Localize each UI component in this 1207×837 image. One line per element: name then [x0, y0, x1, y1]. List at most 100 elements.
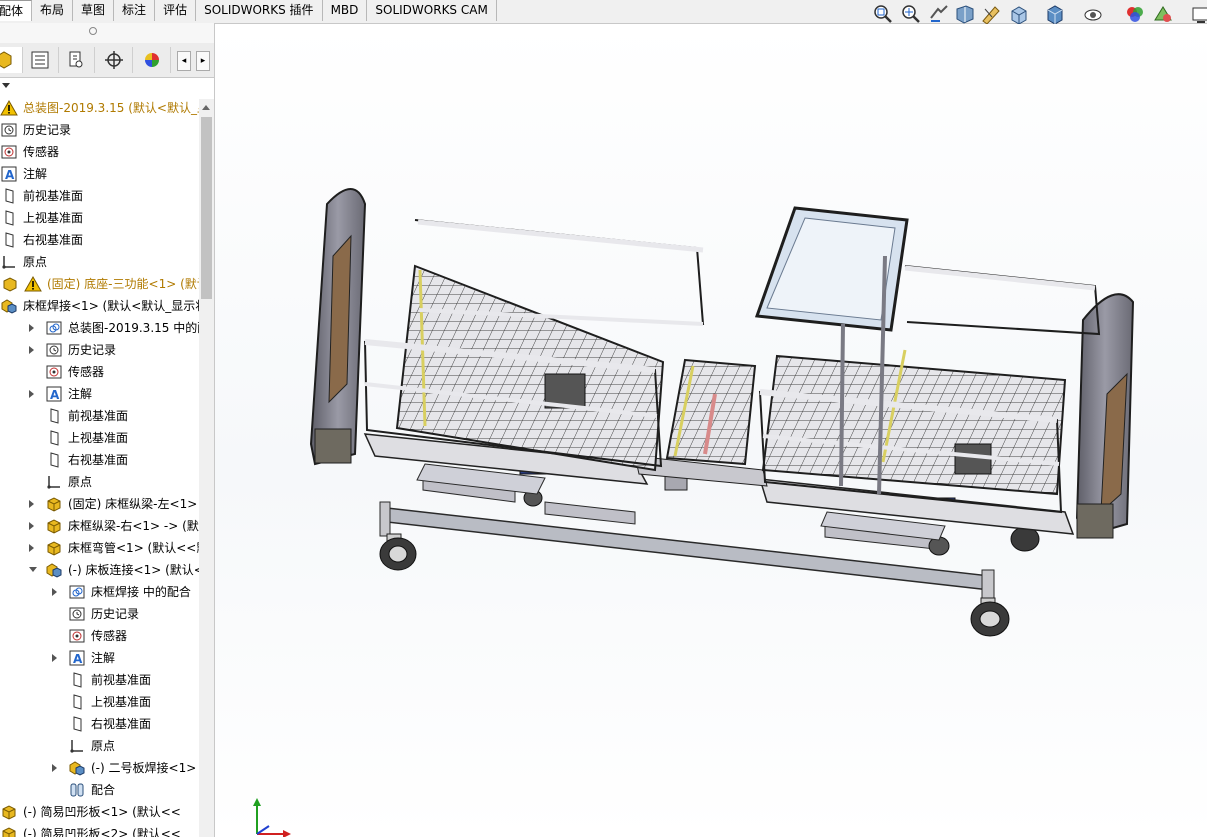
seat-section-platform[interactable]: [665, 358, 757, 466]
tree-item[interactable]: 前视基准面: [0, 405, 199, 427]
tree-item-label: 历史记录: [68, 343, 117, 357]
collapsed-chevron-icon[interactable]: [52, 654, 57, 662]
tree-item[interactable]: (-) 床板连接<1> (默认<默认: [0, 559, 199, 581]
warning-icon: [24, 275, 42, 293]
tree-item-label: 右视基准面: [23, 233, 84, 247]
pane-collapse-handle[interactable]: [0, 23, 214, 43]
tab-markup[interactable]: 标注: [114, 0, 156, 21]
tree-item[interactable]: (-) 简易凹形板<2> (默认<<: [0, 823, 199, 837]
subassembly-icon: [45, 561, 63, 579]
history-icon: [45, 341, 63, 359]
tree-item[interactable]: 床框弯管<1> (默认<<默认>: [0, 537, 199, 559]
tree-item[interactable]: 历史记录: [0, 603, 199, 625]
caster-front-left[interactable]: [379, 533, 417, 571]
collapsed-chevron-icon[interactable]: [29, 522, 34, 530]
tree-item[interactable]: (-) 简易凹形板<1> (默认<<: [0, 801, 199, 823]
tree-item[interactable]: 床框焊接 中的配合: [0, 581, 199, 603]
tree-item[interactable]: 右视基准面: [0, 713, 199, 735]
tree-item[interactable]: 床框焊接<1> (默认<默认_显示状: [0, 295, 199, 317]
svg-text:A: A: [50, 388, 60, 402]
scroll-up-icon[interactable]: [202, 105, 210, 110]
tree-item[interactable]: 原点: [0, 251, 199, 273]
collapsed-chevron-icon[interactable]: [52, 764, 57, 772]
plane-icon: [68, 715, 86, 733]
tree-item-label: 传感器: [91, 629, 128, 643]
tree-item[interactable]: 传感器: [0, 141, 199, 163]
tree-item-label: 总装图-2019.3.15 中的配合: [68, 321, 199, 335]
footboard[interactable]: [1075, 293, 1135, 539]
scrollbar-thumb[interactable]: [201, 117, 212, 299]
graphics-area[interactable]: [215, 24, 1207, 837]
tree-item[interactable]: 总装图-2019.3.15 中的配合: [0, 317, 199, 339]
caster-front-right[interactable]: [970, 597, 1010, 637]
leg-section-platform[interactable]: [761, 349, 1067, 496]
tree-item[interactable]: (-) 二号板焊接<1> (默认: [0, 757, 199, 779]
tree-item[interactable]: 原点: [0, 735, 199, 757]
part-icon: [0, 803, 18, 821]
tree-item[interactable]: 原点: [0, 471, 199, 493]
tree-item-label: (-) 二号板焊接<1> (默认: [91, 761, 199, 775]
tab-scroll-right-button[interactable]: ▸: [196, 51, 210, 71]
tree-item-label: 床框焊接<1> (默认<默认_显示状: [23, 299, 199, 313]
tree-item[interactable]: 右视基准面: [0, 229, 199, 251]
plane-icon: [0, 187, 18, 205]
tree-item[interactable]: 历史记录: [0, 339, 199, 361]
hospital-bed-model[interactable]: [215, 24, 1207, 837]
property-manager-icon[interactable]: [22, 47, 59, 73]
collapsed-chevron-icon[interactable]: [29, 500, 34, 508]
dimxpert-manager-icon[interactable]: [96, 47, 133, 73]
manager-tabs: ◂ ▸: [0, 43, 214, 78]
expanded-chevron-icon[interactable]: [29, 567, 37, 572]
side-rail-foot-back[interactable]: [904, 265, 1101, 336]
tree-filter-row[interactable]: [0, 78, 214, 96]
feature-manager-icon[interactable]: [0, 47, 23, 73]
tab-assembly[interactable]: 配体: [0, 0, 33, 21]
tree-item[interactable]: 传感器: [0, 625, 199, 647]
collapsed-chevron-icon[interactable]: [29, 544, 34, 552]
tree-item[interactable]: 上视基准面: [0, 207, 199, 229]
warning-icon: [0, 99, 18, 117]
collapsed-chevron-icon[interactable]: [29, 346, 34, 354]
tree-item[interactable]: 传感器: [0, 361, 199, 383]
tree-item[interactable]: 前视基准面: [0, 185, 199, 207]
display-manager-icon[interactable]: [134, 47, 171, 73]
tree-item-label: 原点: [68, 475, 93, 489]
sensor-icon: [68, 627, 86, 645]
tree-item[interactable]: 上视基准面: [0, 427, 199, 449]
tree-item[interactable]: 配合: [0, 779, 199, 801]
tab-sketch[interactable]: 草图: [73, 0, 115, 21]
tree-item[interactable]: 床框纵梁-右<1> -> (默认<: [0, 515, 199, 537]
tree-item[interactable]: 历史记录: [0, 119, 199, 141]
tree-item[interactable]: 上视基准面: [0, 691, 199, 713]
headboard[interactable]: [309, 188, 367, 466]
tree-scrollbar[interactable]: [199, 99, 214, 837]
tab-layout[interactable]: 布局: [32, 0, 74, 21]
tree-item[interactable]: A 注解: [0, 647, 199, 669]
tree-item[interactable]: 总装图-2019.3.15 (默认<默认_显: [0, 99, 199, 119]
collapsed-chevron-icon[interactable]: [29, 324, 34, 332]
tree-item[interactable]: A 注解: [0, 383, 199, 405]
tree-item[interactable]: (固定) 底座-三功能<1> (默认: [0, 273, 199, 295]
tab-solidworks-addins[interactable]: SOLIDWORKS 插件: [196, 0, 323, 21]
chevron-down-icon[interactable]: [2, 83, 10, 88]
annotation-icon: A: [68, 649, 86, 667]
tree-item[interactable]: A 注解: [0, 163, 199, 185]
tab-scroll-left-button[interactable]: ◂: [177, 51, 191, 71]
sensor-icon: [45, 363, 63, 381]
configuration-manager-icon[interactable]: [58, 47, 95, 73]
collapsed-chevron-icon[interactable]: [29, 390, 34, 398]
tree-item[interactable]: (固定) 床框纵梁-左<1> (默认: [0, 493, 199, 515]
tree-item[interactable]: 右视基准面: [0, 449, 199, 471]
collapsed-chevron-icon[interactable]: [52, 588, 57, 596]
tree-item[interactable]: 前视基准面: [0, 669, 199, 691]
tab-mbd[interactable]: MBD: [323, 0, 368, 21]
plane-icon: [0, 231, 18, 249]
plane-icon: [0, 209, 18, 227]
tab-solidworks-cam[interactable]: SOLIDWORKS CAM: [367, 0, 497, 21]
caster-back-right[interactable]: [928, 526, 1040, 556]
tab-evaluate[interactable]: 评估: [155, 0, 197, 21]
tree-item-label: 床框弯管<1> (默认<<默认>: [68, 541, 199, 555]
x-axis-arrowhead: [283, 830, 291, 837]
tree-item-label: 前视基准面: [23, 189, 84, 203]
plane-icon: [68, 693, 86, 711]
